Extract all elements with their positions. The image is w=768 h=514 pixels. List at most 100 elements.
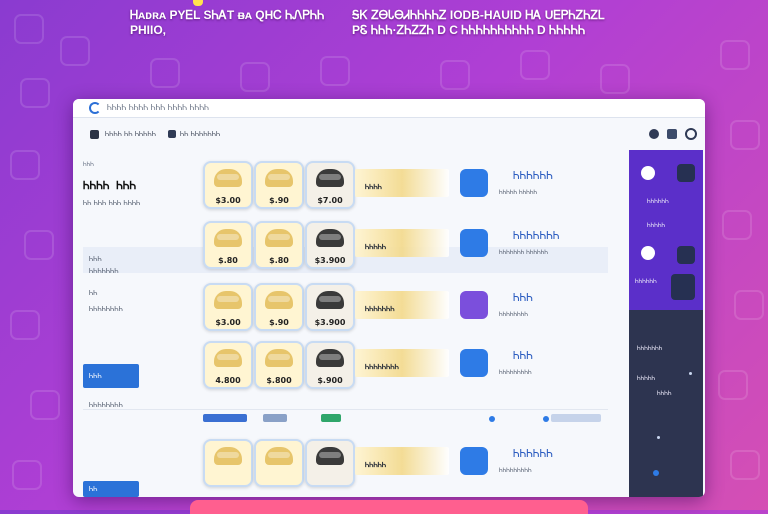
row-headline: ᏂᏂᏂᏂᏂᏂᏂ	[365, 305, 395, 313]
window-title: ᏂᏂᏂᏂ ᏂᏂᏂᏂ ᏂᏂᏂ ᏂᏂᏂᏂ ᏂᏂᏂᏂ	[107, 103, 209, 112]
user-icon[interactable]	[649, 129, 659, 139]
product-card[interactable]: $.80	[203, 221, 253, 269]
product-card[interactable]: $3.00	[203, 283, 253, 331]
folder-icon[interactable]	[167, 130, 176, 138]
headline-right: ᎦᏦ ᏃᎾᏓᎾᏗᏂᏂᏂᏂᏃ IODB-HAUID ᎻᎪ UᎬᏢᏂᏃᏂᏃᏞ PᏋ …	[352, 8, 605, 37]
product-card[interactable]: 4.800	[203, 341, 253, 389]
row-description: ᏂᏂᏂᏂᏂᏂᏂ ᏂᏂᏂᏂᏂᏂ	[499, 249, 549, 256]
row-description: ᏂᏂᏂᏂᏂᏂᏂᏂ	[499, 311, 528, 318]
product-image	[265, 229, 293, 247]
product-card[interactable]	[254, 439, 304, 487]
grid-icon[interactable]	[667, 129, 677, 139]
app-icon[interactable]	[460, 291, 488, 319]
primary-button[interactable]: ᏂᏂᏂ	[83, 364, 139, 388]
row-title: ᏂᏂᏂᏂᏂᏂ	[513, 447, 553, 460]
row-description: ᏂᏂᏂᏂᏂᏂᏂᏂᏂ	[499, 467, 532, 474]
secondary-button[interactable]: ᏂᏂ	[83, 481, 139, 497]
product-image	[316, 349, 344, 367]
product-card[interactable]: $7.00	[305, 161, 355, 209]
product-card[interactable]: $.800	[254, 341, 304, 389]
headline-left: Ꮋᴀᴅʀᴀ PYᎬL SᏂᎪT ᴃᴀ QHᏟ ᏂᏁᏢᏂᏂ PHIIO,	[130, 8, 325, 37]
row-description: ᏂᏂᏂᏂᏂᏂᏂᏂᏂ	[499, 369, 532, 376]
product-card[interactable]: $.90	[254, 283, 304, 331]
sidebar-label: ᏂᏂᏂᏂᏂᏂ	[647, 198, 669, 205]
filter-chip[interactable]	[321, 414, 341, 422]
row-description: ᏂᏂᏂᏂᏂ ᏂᏂᏂᏂᏂ	[499, 189, 538, 196]
app-icon[interactable]	[460, 447, 488, 475]
row-headline: ᏂᏂᏂᏂ	[365, 183, 382, 191]
sidebar-label: ᏂᏂᏂᏂᏂᏂᏂ	[637, 345, 663, 352]
sidebar-button[interactable]	[677, 164, 695, 182]
row-headline: ᏂᏂᏂᏂᏂᏂᏂᏂ	[365, 363, 399, 371]
avatar[interactable]	[641, 246, 655, 260]
product-card[interactable]: $.900	[305, 341, 355, 389]
sidebar-dot	[657, 436, 660, 439]
row-title: ᏂᏂᏂ	[513, 291, 533, 304]
product-price: $.80	[218, 256, 238, 265]
settings-icon[interactable]	[685, 128, 697, 140]
product-price: $3.900	[314, 318, 346, 327]
sidebar-button[interactable]	[677, 246, 695, 264]
product-image	[316, 169, 344, 187]
product-card[interactable]: $3.900	[305, 221, 355, 269]
product-card[interactable]: $3.900	[305, 283, 355, 331]
product-card[interactable]	[203, 439, 253, 487]
toolbar-label[interactable]: ᏂᏂ ᏂᏂᏂᏂᏂᏂᏂ	[180, 130, 220, 139]
product-image	[214, 169, 242, 187]
product-card[interactable]	[305, 439, 355, 487]
filter-chip[interactable]	[263, 414, 287, 422]
filter-chip[interactable]	[551, 414, 601, 422]
breadcrumb[interactable]: ᏂᏂᏂᏂ ᏂᏂ ᏂᏂᏂᏂᏂ	[105, 130, 156, 139]
bottom-accent-bar	[190, 500, 588, 514]
product-image	[214, 229, 242, 247]
product-card[interactable]: $.80	[254, 221, 304, 269]
product-price: $3.900	[314, 256, 346, 265]
app-window: ᏂᏂᏂᏂ ᏂᏂᏂᏂ ᏂᏂᏂ ᏂᏂᏂᏂ ᏂᏂᏂᏂ ᏂᏂᏂᏂ ᏂᏂ ᏂᏂᏂᏂᏂ ᏂᏂ…	[73, 99, 705, 497]
product-image	[214, 291, 242, 309]
avatar[interactable]	[641, 166, 655, 180]
product-image	[316, 229, 344, 247]
left-column: ᏂᏂᏂ ᏂᏂᏂᏂ ᏂᏂᏂ ᏂᏂ ᏂᏂᏂ ᏂᏂᏂ ᏂᏂᏂᏂ	[83, 161, 201, 208]
sidebar-label: ᏂᏂᏂᏂᏂᏂ	[635, 278, 657, 285]
product-card[interactable]: $.90	[254, 161, 304, 209]
product-image	[265, 169, 293, 187]
sidebar-label: ᏂᏂᏂᏂ	[657, 390, 672, 397]
toolbar: ᏂᏂᏂᏂ ᏂᏂ ᏂᏂᏂᏂᏂ ᏂᏂ ᏂᏂᏂᏂᏂᏂᏂ	[73, 125, 705, 143]
product-price: $.90	[269, 318, 289, 327]
row-sublabel-4: ᏂᏂᏂᏂᏂᏂᏂᏂ	[89, 401, 123, 409]
right-sidebar: ᏂᏂᏂᏂᏂᏂ ᏂᏂᏂᏂᏂ ᏂᏂᏂᏂᏂᏂ ᏂᏂᏂᏂᏂᏂᏂ ᏂᏂᏂᏂᏂ ᏂᏂᏂᏂ	[629, 150, 703, 497]
product-image	[316, 291, 344, 309]
product-price: $3.00	[215, 318, 241, 327]
filter-chip[interactable]	[203, 414, 247, 422]
section-label: ᏂᏂᏂ	[83, 161, 94, 168]
app-icon[interactable]	[460, 169, 488, 197]
sidebar-label: ᏂᏂᏂᏂᏂ	[647, 222, 666, 229]
row-title: ᏂᏂᏂ	[513, 349, 533, 362]
app-icon[interactable]	[460, 229, 488, 257]
status-dot	[543, 416, 549, 422]
divider	[83, 409, 608, 410]
app-icon[interactable]	[460, 349, 488, 377]
product-card[interactable]: $3.00	[203, 161, 253, 209]
sidebar-dot	[689, 372, 692, 375]
sparkle-icon	[193, 0, 203, 6]
product-price: $3.00	[215, 196, 241, 205]
row-title: ᏂᏂᏂᏂᏂᏂ	[513, 169, 553, 182]
product-image	[265, 447, 293, 465]
sidebar-dot	[653, 470, 659, 476]
product-price: $.90	[269, 196, 289, 205]
sidebar-button[interactable]	[671, 274, 695, 300]
toolbar-actions	[649, 125, 697, 143]
row-label: ᏂᏂᏂ	[89, 255, 102, 263]
sidebar-label: ᏂᏂᏂᏂᏂ	[637, 375, 656, 382]
product-price: 4.800	[215, 376, 241, 385]
menu-icon[interactable]	[90, 129, 99, 139]
product-image	[214, 349, 242, 367]
product-image	[316, 447, 344, 465]
row-headline: ᏂᏂᏂᏂᏂ	[365, 461, 387, 469]
section-subtitle: ᏂᏂ ᏂᏂᏂ ᏂᏂᏂ ᏂᏂᏂᏂ	[83, 199, 141, 207]
app-logo-icon	[89, 102, 101, 114]
row-headline: ᏂᏂᏂᏂᏂ	[365, 243, 387, 251]
row-label-3: ᏂᏂ	[89, 289, 98, 297]
product-price: $7.00	[317, 196, 343, 205]
